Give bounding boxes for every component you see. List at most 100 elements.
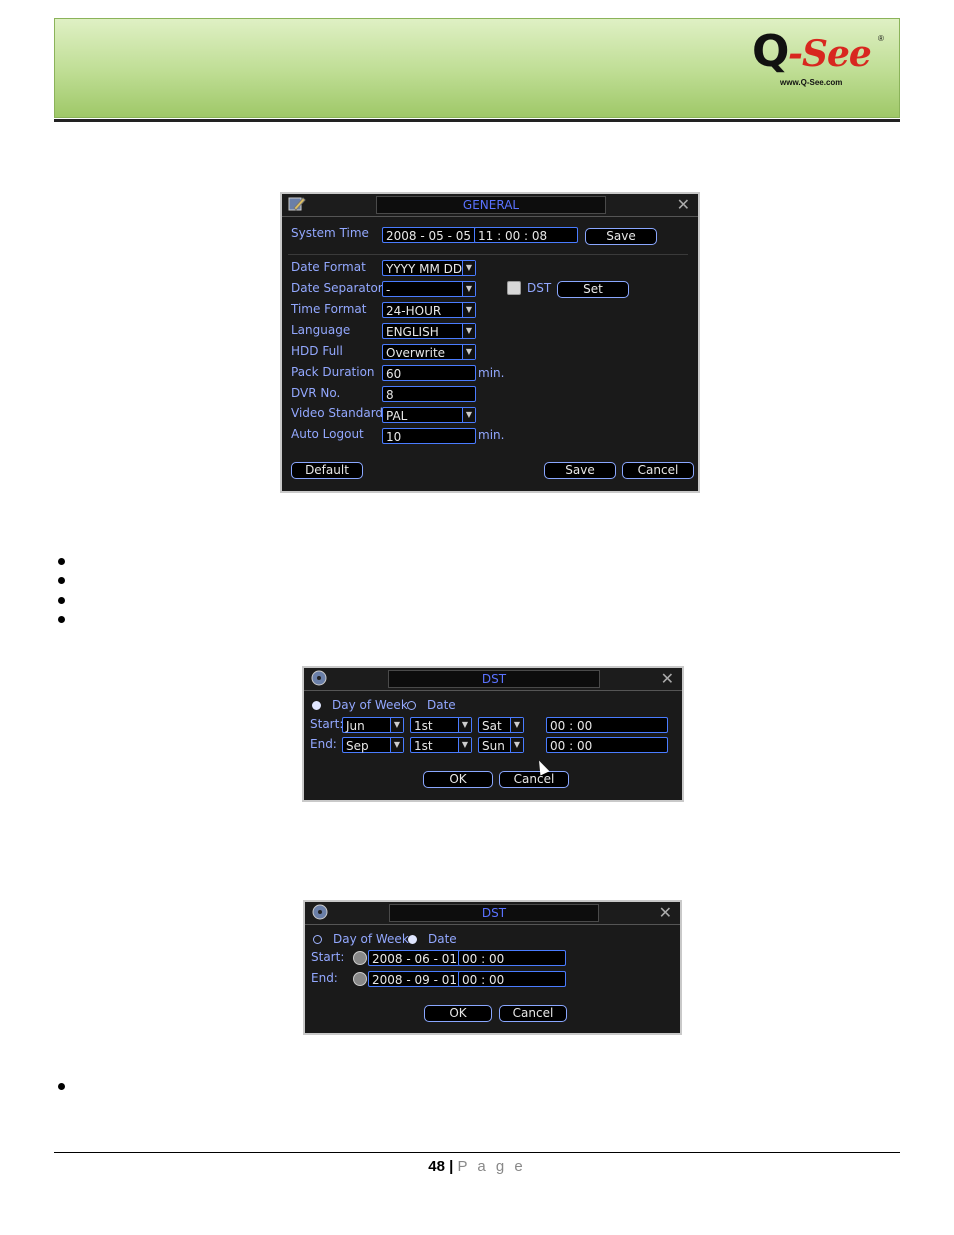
hdd-full-value: Overwrite [386, 346, 446, 360]
end-week-select[interactable]: 1st ▼ [410, 737, 472, 753]
language-select[interactable]: ENGLISH ▼ [382, 323, 476, 339]
separator [288, 254, 688, 255]
close-icon[interactable]: ✕ [659, 902, 672, 924]
dst-set-button[interactable]: Set [557, 281, 629, 298]
chevron-down-icon: ▼ [458, 718, 471, 732]
start-week-value: 1st [414, 719, 433, 733]
end-month-value: Sep [346, 739, 369, 753]
auto-logout-input[interactable]: 10 [382, 428, 476, 444]
cancel-button[interactable]: Cancel [499, 771, 569, 788]
date-radio[interactable] [407, 701, 416, 710]
day-of-week-radio[interactable] [313, 935, 322, 944]
date-separator-value: - [386, 283, 391, 297]
language-value: ENGLISH [386, 325, 439, 339]
page-footer: 48 | P a g e [0, 1158, 954, 1175]
start-week-select[interactable]: 1st ▼ [410, 717, 472, 733]
hdd-full-select[interactable]: Overwrite ▼ [382, 344, 476, 360]
dst-week-title: DST [388, 670, 600, 688]
dst-date-title: DST [389, 904, 599, 922]
end-day-value: Sun [482, 739, 505, 753]
end-date-field[interactable]: 2008 - 09 - 01 [368, 971, 460, 987]
date-label: Date [427, 698, 456, 712]
film-reel-icon [311, 670, 327, 686]
footer-rule [54, 1152, 900, 1153]
chevron-down-icon: ▼ [462, 282, 475, 296]
date-format-select[interactable]: YYYY MM DD ▼ [382, 260, 476, 276]
date-format-label: Date Format [291, 260, 366, 274]
pack-duration-input[interactable]: 60 [382, 365, 476, 381]
logo-q: Q [752, 26, 789, 77]
start-month-select[interactable]: Jun ▼ [342, 717, 404, 733]
hdd-full-label: HDD Full [291, 344, 343, 358]
general-title: GENERAL [376, 196, 606, 214]
clock-icon[interactable] [353, 972, 367, 986]
start-day-select[interactable]: Sat ▼ [478, 717, 524, 733]
chevron-down-icon: ▼ [458, 738, 471, 752]
save-button[interactable]: Save [544, 462, 616, 479]
start-label: Start: [310, 717, 344, 731]
end-time-field[interactable]: 00 : 00 [546, 737, 668, 753]
bullet-4 [58, 616, 65, 623]
chevron-down-icon: ▼ [510, 718, 523, 732]
general-titlebar: GENERAL ✕ [282, 194, 698, 217]
day-of-week-label: Day of Week [333, 932, 409, 946]
clock-icon[interactable] [353, 951, 367, 965]
chevron-down-icon: ▼ [390, 738, 403, 752]
chevron-down-icon: ▼ [462, 303, 475, 317]
logo-see: -See [788, 33, 872, 75]
bullet-3 [58, 597, 65, 604]
close-icon[interactable]: ✕ [677, 194, 690, 216]
chevron-down-icon: ▼ [390, 718, 403, 732]
header-rule [54, 119, 900, 122]
end-month-select[interactable]: Sep ▼ [342, 737, 404, 753]
start-month-value: Jun [346, 719, 365, 733]
chevron-down-icon: ▼ [462, 261, 475, 275]
time-format-select[interactable]: 24-HOUR ▼ [382, 302, 476, 318]
page-word: P a g e [457, 1158, 526, 1175]
end-time-field[interactable]: 00 : 00 [458, 971, 566, 987]
system-time-field[interactable]: 11 : 00 : 08 [474, 227, 578, 243]
page-number: 48 [428, 1158, 445, 1175]
start-time-field[interactable]: 00 : 00 [458, 950, 566, 966]
general-dialog: GENERAL ✕ System Time 2008 - 05 - 05 11 … [280, 192, 700, 493]
default-button[interactable]: Default [291, 462, 363, 479]
chevron-down-icon: ▼ [462, 324, 475, 338]
system-date-field[interactable]: 2008 - 05 - 05 [382, 227, 476, 243]
end-label: End: [311, 971, 338, 985]
dst-label: DST [527, 281, 552, 295]
ok-button[interactable]: OK [423, 771, 493, 788]
cancel-button[interactable]: Cancel [622, 462, 694, 479]
q-see-logo: Q -See ® www.Q-See.com [752, 30, 892, 90]
logo-url: www.Q-See.com [780, 78, 843, 87]
cancel-button[interactable]: Cancel [499, 1005, 567, 1022]
settings-pencil-icon [288, 197, 306, 211]
video-standard-select[interactable]: PAL ▼ [382, 407, 476, 423]
bullet-2 [58, 577, 65, 584]
system-time-label: System Time [291, 226, 369, 240]
chevron-down-icon: ▼ [462, 408, 475, 422]
dvr-no-input[interactable]: 8 [382, 386, 476, 402]
start-date-field[interactable]: 2008 - 06 - 01 [368, 950, 460, 966]
auto-logout-unit: min. [478, 428, 505, 442]
end-day-select[interactable]: Sun ▼ [478, 737, 524, 753]
date-format-value: YYYY MM DD [386, 262, 463, 276]
chevron-down-icon: ▼ [462, 345, 475, 359]
date-radio[interactable] [408, 935, 417, 944]
day-of-week-label: Day of Week [332, 698, 408, 712]
day-of-week-radio[interactable] [312, 701, 321, 710]
chevron-down-icon: ▼ [510, 738, 523, 752]
film-reel-icon [312, 904, 328, 920]
auto-logout-label: Auto Logout [291, 427, 364, 441]
dst-checkbox[interactable] [507, 281, 521, 295]
date-separator-label: Date Separator [291, 281, 383, 295]
start-time-field[interactable]: 00 : 00 [546, 717, 668, 733]
pack-duration-label: Pack Duration [291, 365, 375, 379]
date-label: Date [428, 932, 457, 946]
save-time-button[interactable]: Save [585, 228, 657, 245]
close-icon[interactable]: ✕ [661, 668, 674, 690]
ok-button[interactable]: OK [424, 1005, 492, 1022]
date-separator-select[interactable]: - ▼ [382, 281, 476, 297]
bullet-5 [58, 1083, 65, 1090]
start-day-value: Sat [482, 719, 502, 733]
video-standard-value: PAL [386, 409, 408, 423]
